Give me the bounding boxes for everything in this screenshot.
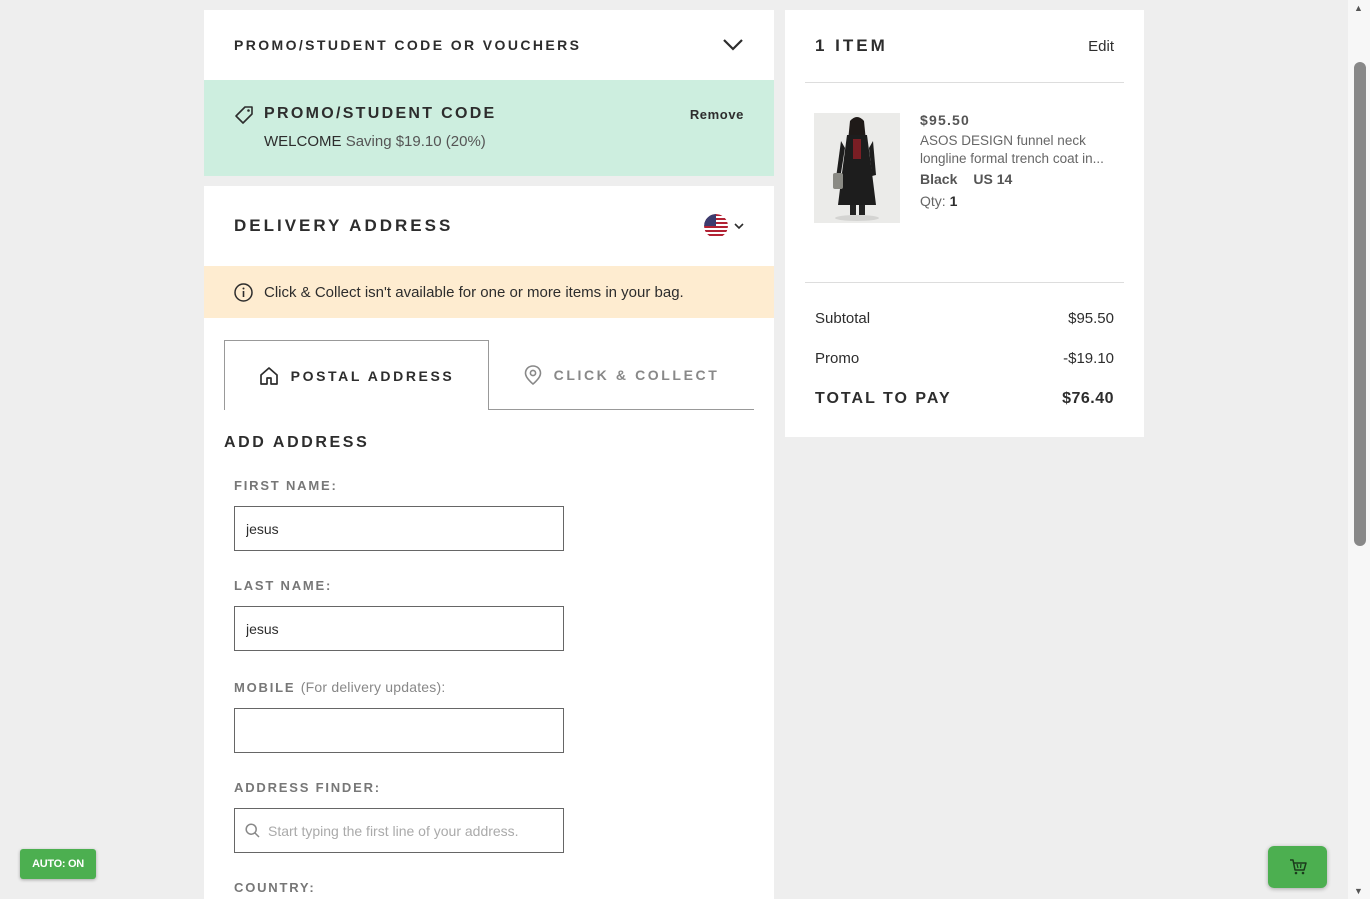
item-quantity: Qty: 1	[920, 193, 957, 209]
total-row: TOTAL TO PAY $76.40	[815, 390, 1114, 408]
last-name-field[interactable]	[234, 606, 564, 651]
promo-code-title: PROMO/STUDENT CODE	[264, 105, 497, 122]
qty-value: 1	[949, 193, 958, 209]
scroll-up-icon[interactable]: ▲	[1354, 3, 1363, 13]
item-name[interactable]: ASOS DESIGN funnel neck longline formal …	[920, 132, 1115, 168]
delivery-address-section: DELIVERY ADDRESS Click & Collect isn't a…	[204, 186, 774, 899]
country-label: COUNTRY:	[234, 880, 316, 895]
promo-saving-text: Saving $19.10 (20%)	[345, 133, 486, 150]
home-icon	[259, 366, 278, 385]
item-color: Black	[920, 171, 958, 187]
last-name-label: LAST NAME:	[234, 578, 333, 593]
auto-toggle-button[interactable]: AUTO: ON	[20, 849, 96, 879]
tab-postal-address[interactable]: POSTAL ADDRESS	[224, 340, 489, 410]
remove-promo-button[interactable]: Remove	[690, 107, 744, 122]
mobile-field[interactable]	[234, 708, 564, 753]
subtotal-value: $95.50	[1068, 310, 1114, 327]
search-icon	[245, 823, 260, 838]
chevron-down-icon	[734, 223, 744, 230]
chevron-down-icon[interactable]	[722, 34, 744, 56]
subtotal-row: Subtotal $95.50	[815, 310, 1114, 327]
product-photo	[814, 113, 900, 223]
country-selector[interactable]	[704, 214, 744, 238]
us-flag-icon	[704, 214, 728, 238]
bag-item: $95.50 ASOS DESIGN funnel neck longline …	[805, 83, 1124, 283]
promo-label: Promo	[815, 350, 860, 367]
qty-label: Qty:	[920, 193, 946, 209]
address-finder-label: ADDRESS FINDER:	[234, 780, 381, 795]
delivery-header: DELIVERY ADDRESS	[204, 186, 774, 266]
total-value: $76.40	[1062, 390, 1114, 407]
cart-button[interactable]	[1268, 846, 1327, 888]
first-name-field[interactable]	[234, 506, 564, 551]
mobile-label-text: MOBILE	[234, 680, 296, 695]
promo-vouchers-accordion[interactable]: PROMO/STUDENT CODE OR VOUCHERS	[204, 10, 774, 80]
edit-bag-link[interactable]: Edit	[1088, 38, 1114, 55]
mobile-hint: (For delivery updates):	[300, 679, 446, 695]
checkout-left-column: PROMO/STUDENT CODE OR VOUCHERS PROMO/STU…	[204, 10, 774, 899]
mobile-label: MOBILE (For delivery updates):	[234, 679, 445, 695]
item-size: US 14	[973, 171, 1013, 187]
promo-applied-panel: PROMO/STUDENT CODE Remove WELCOME Saving…	[204, 80, 774, 176]
tab-postal-address-label: POSTAL ADDRESS	[290, 367, 455, 384]
cart-icon	[1289, 859, 1307, 875]
address-finder[interactable]	[234, 808, 564, 853]
summary-header: 1 ITEM Edit	[805, 10, 1124, 83]
totals: Subtotal $95.50 Promo -$19.10 TOTAL TO P…	[785, 310, 1144, 408]
scroll-down-icon[interactable]: ▼	[1354, 886, 1363, 896]
tab-click-collect[interactable]: CLICK & COLLECT	[489, 340, 754, 410]
promo-value: -$19.10	[1063, 350, 1114, 367]
subtotal-label: Subtotal	[815, 310, 871, 327]
item-price: $95.50	[920, 112, 971, 128]
notice-text: Click & Collect isn't available for one …	[264, 283, 684, 301]
item-count: 1 ITEM	[815, 36, 888, 55]
promo-row: Promo -$19.10	[815, 350, 1114, 367]
location-pin-icon	[524, 364, 541, 385]
page-scrollbar[interactable]: ▲ ▼	[1348, 0, 1370, 899]
address-tabs: POSTAL ADDRESS CLICK & COLLECT	[224, 340, 754, 410]
address-finder-input[interactable]	[268, 822, 563, 839]
first-name-label: FIRST NAME:	[234, 478, 338, 493]
add-address-heading: ADD ADDRESS	[224, 434, 370, 451]
item-variant: Black US 14	[920, 171, 1012, 187]
delivery-title: DELIVERY ADDRESS	[234, 216, 454, 235]
scrollbar-thumb[interactable]	[1354, 62, 1366, 546]
promo-vouchers-title: PROMO/STUDENT CODE OR VOUCHERS	[234, 37, 582, 53]
product-image	[814, 113, 900, 223]
info-icon	[234, 282, 253, 302]
promo-code-value: WELCOME	[264, 133, 342, 150]
tab-click-collect-label: CLICK & COLLECT	[553, 366, 720, 383]
click-collect-notice: Click & Collect isn't available for one …	[204, 266, 774, 318]
order-summary: 1 ITEM Edit $95.50 ASOS DESIGN funnel ne…	[785, 10, 1144, 437]
total-label: TOTAL TO PAY	[815, 390, 952, 407]
promo-code-line: WELCOME Saving $19.10 (20%)	[264, 133, 486, 150]
tag-icon	[235, 106, 253, 124]
